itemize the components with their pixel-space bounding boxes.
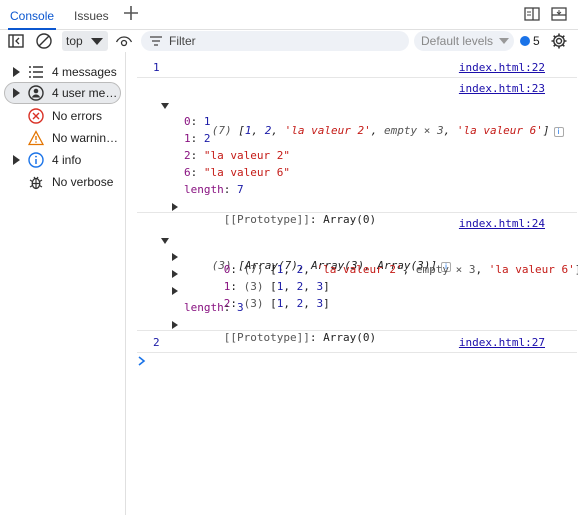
filter-box[interactable] [141, 31, 409, 51]
log-levels-dropdown[interactable]: Default levels [414, 31, 514, 51]
collapse-arrow-icon[interactable] [161, 238, 169, 244]
expand-arrow-icon[interactable] [13, 67, 20, 77]
log-levels-label: Default levels [421, 34, 494, 48]
array-length: length: 3 [184, 301, 244, 314]
source-link[interactable]: index.html:27 [459, 336, 545, 349]
console-message: 2 index.html:27 [137, 331, 577, 353]
expand-arrow-icon[interactable] [13, 88, 20, 98]
tab-console[interactable]: Console [7, 0, 57, 30]
sidebar-item-label: 4 user me… [52, 86, 118, 100]
console-output: 1 index.html:22 index.html:23 (7) [1, 2,… [127, 52, 578, 515]
sidebar-item-label: No warnin… [52, 131, 119, 145]
issues-counter[interactable]: 5 [520, 32, 540, 50]
console-message: index.html:23 (7) [1, 2, 'la valeur 2', … [137, 78, 577, 226]
issue-icon [520, 36, 530, 46]
sidebar-item-label: 4 info [52, 153, 82, 167]
sidebar-item-label: No verbose [52, 175, 114, 189]
filter-icon [150, 36, 162, 46]
tab-issues[interactable]: Issues [74, 0, 109, 30]
chevron-down-icon [499, 38, 509, 44]
show-sidebar-icon[interactable] [7, 32, 25, 50]
expand-arrow-icon[interactable] [172, 321, 178, 329]
sidebar-item-errors[interactable]: No errors [4, 105, 121, 127]
sidebar-item-label: 4 messages [52, 65, 117, 79]
array-entry: 6: "la valeur 6" [184, 166, 290, 179]
chevron-down-icon [91, 38, 103, 45]
console-message: 1 index.html:22 [137, 56, 577, 78]
source-link[interactable]: index.html:22 [459, 61, 545, 74]
sidebar-item-label: No errors [52, 109, 103, 123]
array-entry: 1: 2 [184, 132, 211, 145]
add-tab-icon[interactable] [122, 4, 140, 22]
source-link[interactable]: index.html:24 [459, 217, 545, 230]
bug-icon [29, 176, 43, 190]
filter-input[interactable] [169, 31, 399, 51]
console-toolbar: top Default levels 5 [0, 30, 578, 52]
gear-icon[interactable] [550, 32, 568, 50]
sidebar-item-verbose[interactable]: No verbose [4, 171, 121, 193]
error-icon [28, 108, 44, 124]
array-length: length: 7 [184, 183, 244, 196]
eye-icon[interactable] [115, 32, 133, 50]
info-badge-icon[interactable]: i [553, 127, 564, 137]
sidebar-item-messages[interactable]: 4 messages [4, 61, 121, 83]
console-sidebar: 4 messages 4 user me… No errors No warni… [0, 52, 126, 515]
clear-console-icon[interactable] [35, 32, 53, 50]
sidebar-item-info[interactable]: 4 info [4, 149, 121, 171]
undock-icon[interactable] [550, 6, 568, 22]
context-selector[interactable]: top [62, 31, 108, 51]
user-icon [28, 85, 44, 101]
expand-arrow-icon[interactable] [172, 287, 178, 295]
console-prompt-icon[interactable] [137, 355, 147, 367]
list-icon [29, 66, 43, 78]
expand-arrow-icon[interactable] [172, 203, 178, 211]
collapse-arrow-icon[interactable] [161, 103, 169, 109]
dock-side-icon[interactable] [523, 6, 541, 22]
expand-arrow-icon[interactable] [172, 253, 178, 261]
array-entry: 0: 1 [184, 115, 211, 128]
context-label: top [66, 34, 83, 48]
warning-icon [28, 130, 44, 146]
tab-bar: Console Issues [0, 0, 578, 30]
issues-count: 5 [533, 34, 540, 48]
array-entry: 2: "la valeur 2" [184, 149, 290, 162]
expand-arrow-icon[interactable] [13, 155, 20, 165]
console-message: index.html:24 (3) [Array(7), Array(3), A… [137, 213, 578, 344]
info-icon [28, 152, 44, 168]
log-value: 1 [153, 61, 160, 74]
expand-arrow-icon[interactable] [172, 270, 178, 278]
sidebar-item-user-messages[interactable]: 4 user me… [4, 82, 121, 104]
sidebar-item-warnings[interactable]: No warnin… [4, 127, 121, 149]
log-value: 2 [153, 336, 160, 349]
source-link[interactable]: index.html:23 [459, 82, 545, 95]
